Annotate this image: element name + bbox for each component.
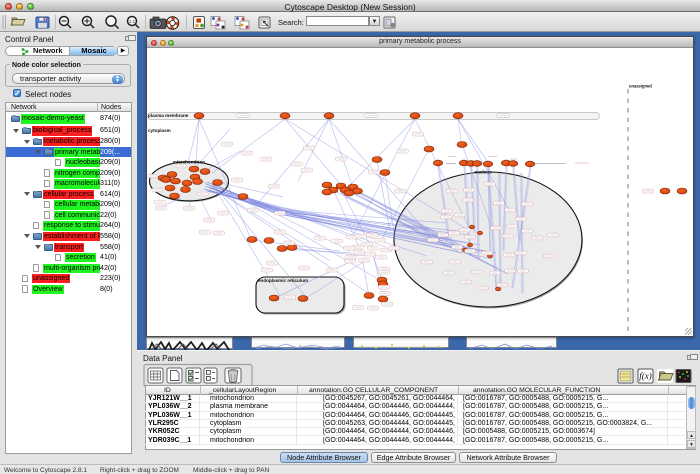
svg-text:f(x): f(x) bbox=[639, 371, 652, 381]
svg-text:unassigned: unassigned bbox=[629, 84, 652, 89]
svg-text:endoplasmic reticulum: endoplasmic reticulum bbox=[258, 278, 308, 283]
svg-text:cytoplasm: cytoplasm bbox=[148, 128, 171, 133]
svg-text:1:1: 1:1 bbox=[129, 19, 136, 24]
svg-text:mitochondrion: mitochondrion bbox=[173, 160, 205, 165]
svg-text:nucleus: nucleus bbox=[474, 170, 492, 175]
svg-text:plasma membrane: plasma membrane bbox=[148, 113, 189, 118]
